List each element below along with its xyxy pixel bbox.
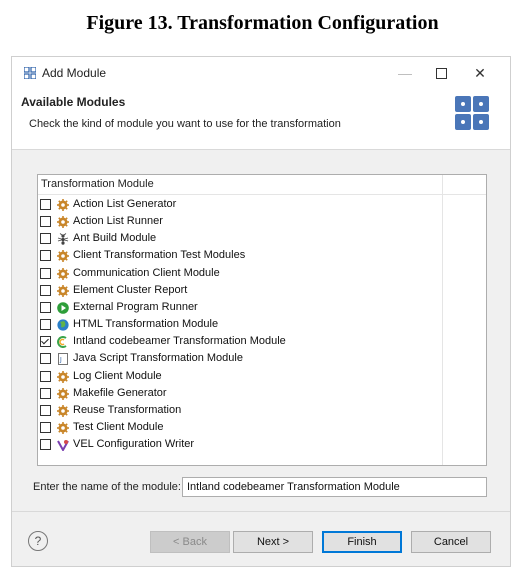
wizard-header: Available Modules Check the kind of modu… (12, 89, 510, 150)
gear-icon (57, 267, 69, 280)
list-item[interactable]: VEL Configuration Writer (40, 437, 435, 454)
gear-icon (57, 370, 69, 383)
modules-icon (24, 67, 36, 79)
module-checkbox[interactable] (40, 353, 51, 365)
gear-icon (57, 284, 69, 297)
help-button[interactable]: ? (28, 531, 48, 551)
module-checkbox[interactable] (40, 199, 51, 210)
gear-icon (57, 215, 69, 229)
module-label: Ant Build Module (73, 232, 157, 245)
header-divider (38, 194, 486, 195)
column-header: Transformation Module (41, 178, 154, 190)
module-checkbox[interactable] (40, 284, 51, 296)
module-checkbox[interactable] (40, 250, 51, 262)
figure-caption: Figure 13. Transformation Configuration (86, 12, 439, 34)
list-item[interactable]: Element Cluster Report (40, 283, 435, 300)
module-checkbox[interactable] (40, 421, 51, 433)
gear-icon (57, 421, 69, 434)
list-item[interactable]: J Java Script Transformation Module (40, 351, 435, 368)
module-label: VEL Configuration Writer (73, 438, 195, 451)
minimize-button[interactable]: — (394, 63, 416, 83)
list-item[interactable]: Reuse Transformation (40, 403, 435, 420)
maximize-icon (435, 68, 447, 79)
module-checkbox[interactable] (40, 370, 51, 382)
module-checkbox[interactable] (40, 233, 51, 245)
list-item[interactable]: Communication Client Module (40, 266, 435, 283)
svg-text:J: J (59, 357, 62, 364)
module-name-input[interactable] (182, 477, 487, 497)
module-checkbox[interactable] (40, 301, 51, 313)
module-list[interactable]: Transformation Module Action List Genera… (37, 174, 487, 466)
title-bar: Add Module — ✕ (12, 57, 510, 89)
modules-banner-icon (455, 96, 489, 130)
list-item[interactable]: Log Client Module (40, 369, 435, 386)
module-checkbox[interactable] (40, 404, 51, 416)
gear-icon (57, 387, 69, 400)
button-bar-divider (12, 511, 510, 512)
ant-icon (57, 232, 69, 246)
module-label: Client Transformation Test Modules (73, 249, 246, 262)
module-checkbox[interactable] (40, 439, 51, 451)
list-item[interactable]: External Program Runner (40, 300, 435, 317)
list-item[interactable]: Action List Runner (40, 214, 435, 231)
module-label: External Program Runner (73, 300, 198, 313)
gear-icon (57, 198, 69, 211)
list-item[interactable]: HTML Transformation Module (40, 317, 435, 334)
cancel-button[interactable]: Cancel (411, 531, 491, 553)
maximize-button[interactable] (430, 63, 452, 83)
module-label: Intland codebeamer Transformation Module (73, 335, 286, 348)
gear-icon (57, 249, 69, 263)
module-name-label: Enter the name of the module: (33, 481, 181, 493)
module-checkbox[interactable] (40, 267, 51, 279)
codebeamer-icon (57, 335, 69, 349)
module-label: Element Cluster Report (73, 283, 188, 296)
module-label: Log Client Module (73, 369, 162, 382)
list-item[interactable]: Test Client Module (40, 420, 435, 437)
module-label: Makefile Generator (73, 386, 167, 399)
module-checkbox[interactable] (40, 336, 51, 348)
module-checkbox[interactable] (40, 216, 51, 228)
module-label: Communication Client Module (73, 266, 220, 279)
next-button[interactable]: Next > (233, 531, 313, 553)
module-label: HTML Transformation Module (73, 318, 219, 331)
gear-icon (57, 404, 69, 417)
module-label: Test Client Module (73, 420, 164, 433)
list-item[interactable]: Action List Generator (40, 197, 435, 214)
play-icon (57, 301, 69, 314)
module-label: Action List Runner (73, 215, 163, 228)
add-module-dialog: Add Module — ✕ Available Modules Check t… (11, 56, 511, 567)
column-divider (442, 175, 443, 465)
list-item[interactable]: Intland codebeamer Transformation Module (40, 334, 435, 351)
list-item[interactable]: Ant Build Module (40, 231, 435, 248)
vel-icon (57, 438, 69, 453)
script-icon: J (57, 352, 69, 366)
module-checkbox[interactable] (40, 387, 51, 399)
module-checkbox[interactable] (40, 319, 51, 331)
globe-icon (57, 318, 69, 331)
back-button[interactable]: < Back (150, 531, 230, 553)
list-item[interactable]: Client Transformation Test Modules (40, 248, 435, 265)
module-label: Action List Generator (73, 198, 177, 210)
page-title: Available Modules (21, 95, 126, 109)
window-title: Add Module (42, 66, 107, 80)
module-label: Reuse Transformation (73, 403, 182, 416)
module-label: Java Script Transformation Module (73, 352, 243, 365)
close-button[interactable]: ✕ (469, 63, 491, 83)
finish-button[interactable]: Finish (322, 531, 402, 553)
page-description: Check the kind of module you want to use… (29, 118, 341, 130)
list-item[interactable]: Makefile Generator (40, 386, 435, 403)
